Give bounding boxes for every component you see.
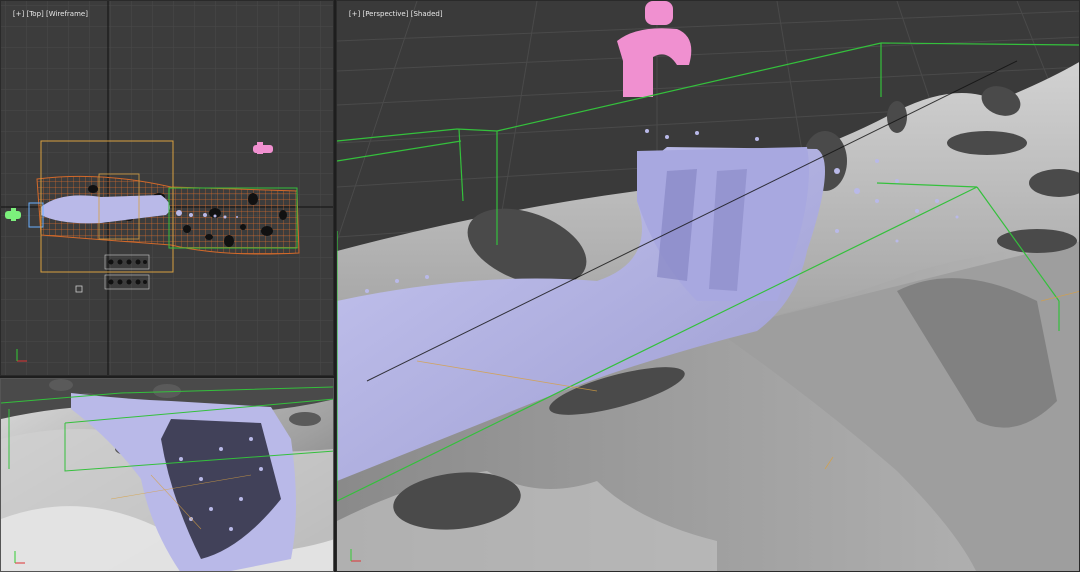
viewport-view-label[interactable]: [Top] (26, 10, 43, 18)
top-view-canvas[interactable] (1, 1, 334, 376)
viewport-shading-label[interactable]: [Shaded] (411, 10, 443, 18)
viewport-perspective[interactable]: [+] [Perspective] [Shaded] (336, 0, 1080, 572)
viewport-top-label: [+] [Top] [Wireframe] (4, 1, 88, 28)
viewport-menu-button[interactable]: [+] (13, 10, 24, 18)
viewport-menu-button[interactable]: [+] (349, 10, 360, 18)
viewport-perspective-label: [+] [Perspective] [Shaded] (340, 1, 443, 28)
viewport-camera[interactable] (0, 378, 334, 572)
viewport-top[interactable]: [+] [Top] [Wireframe] (0, 0, 334, 376)
faucet-object[interactable] (617, 1, 692, 98)
viewport-view-label[interactable]: [Perspective] (362, 10, 408, 18)
camera-view-canvas[interactable] (1, 379, 334, 572)
perspective-view-canvas[interactable] (337, 1, 1080, 572)
viewport-shading-label[interactable]: [Wireframe] (46, 10, 88, 18)
